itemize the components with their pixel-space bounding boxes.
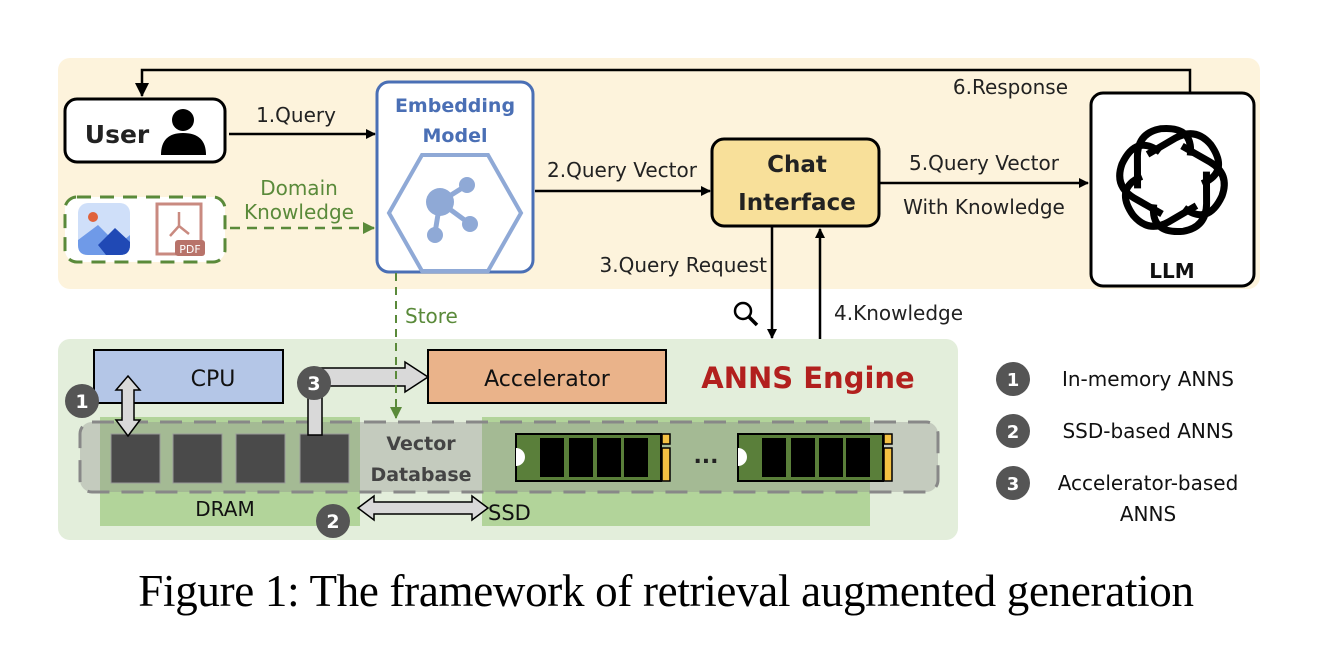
vector-db-line2: Database xyxy=(370,464,471,486)
anns-engine-title: ANNS Engine xyxy=(701,361,914,395)
llm-label: LLM xyxy=(1149,259,1194,283)
legend: 1 In-memory ANNS 2 SSD-based ANNS 3 Acce… xyxy=(996,362,1238,526)
image-icon xyxy=(78,203,130,255)
chat-line2: Interface xyxy=(738,190,856,216)
knowledge-label: 4.Knowledge xyxy=(834,301,963,325)
legend-label-line2: ANNS xyxy=(1120,502,1176,526)
embedding-title-line1: Embedding xyxy=(395,95,515,117)
dram-chip xyxy=(172,433,223,484)
figure-caption: Figure 1: The framework of retrieval aug… xyxy=(138,566,1194,616)
domain-label-line2: Knowledge xyxy=(244,200,354,224)
vector-db-line1: Vector xyxy=(386,433,456,455)
legend-label: SSD-based ANNS xyxy=(1062,419,1233,443)
badge-2: 2 xyxy=(316,504,350,538)
badge-3: 3 xyxy=(297,366,331,400)
ssd-stick xyxy=(515,433,671,482)
legend-num: 1 xyxy=(1007,370,1020,391)
query-request-label: 3.Query Request xyxy=(600,253,768,277)
ssd-stick xyxy=(737,433,893,482)
domain-sources: PDF xyxy=(63,195,227,264)
llm-node: LLM xyxy=(1089,91,1256,288)
search-icon xyxy=(733,301,759,327)
dram-chip xyxy=(299,433,350,484)
badge-2-number: 2 xyxy=(326,511,339,533)
accelerator-label: Accelerator xyxy=(484,367,611,392)
cpu-label: CPU xyxy=(191,367,236,392)
user-label: User xyxy=(85,120,150,149)
ssd-label: SSD xyxy=(488,501,531,525)
chat-line1: Chat xyxy=(767,152,827,178)
dram-label: DRAM xyxy=(195,497,254,521)
rag-framework-diagram: 6.Response User 1.Query PDF Domain Knowl… xyxy=(58,58,1260,540)
pdf-icon: PDF xyxy=(155,202,205,256)
ssd-ellipsis: ... xyxy=(693,444,718,469)
legend-label: In-memory ANNS xyxy=(1062,367,1234,391)
query-label: 1.Query xyxy=(256,103,336,127)
dram-chip xyxy=(110,433,161,484)
legend-num: 3 xyxy=(1007,474,1020,495)
legend-item: 3 Accelerator-based ANNS xyxy=(996,466,1238,526)
legend-num: 2 xyxy=(1007,422,1020,443)
legend-item: 1 In-memory ANNS xyxy=(996,362,1234,396)
chat-interface-node: Chat Interface xyxy=(710,137,881,228)
badge-3-number: 3 xyxy=(307,373,320,395)
qvk-label-line2: With Knowledge xyxy=(903,195,1065,219)
badge-1: 1 xyxy=(65,384,99,418)
store-label: Store xyxy=(405,304,458,328)
badge-1-number: 1 xyxy=(75,391,88,413)
response-label: 6.Response xyxy=(953,75,1068,99)
dram-chip xyxy=(235,433,286,484)
qvk-label-line1: 5.Query Vector xyxy=(909,151,1060,175)
query-vector-label: 2.Query Vector xyxy=(547,158,698,182)
legend-label: Accelerator-based xyxy=(1058,471,1239,495)
pdf-badge: PDF xyxy=(179,243,200,256)
embedding-title-line2: Model xyxy=(423,125,488,147)
embedding-model-node: Embedding Model xyxy=(375,80,535,274)
user-node: User xyxy=(63,97,227,164)
domain-label-line1: Domain xyxy=(260,176,338,200)
legend-item: 2 SSD-based ANNS xyxy=(996,414,1234,448)
